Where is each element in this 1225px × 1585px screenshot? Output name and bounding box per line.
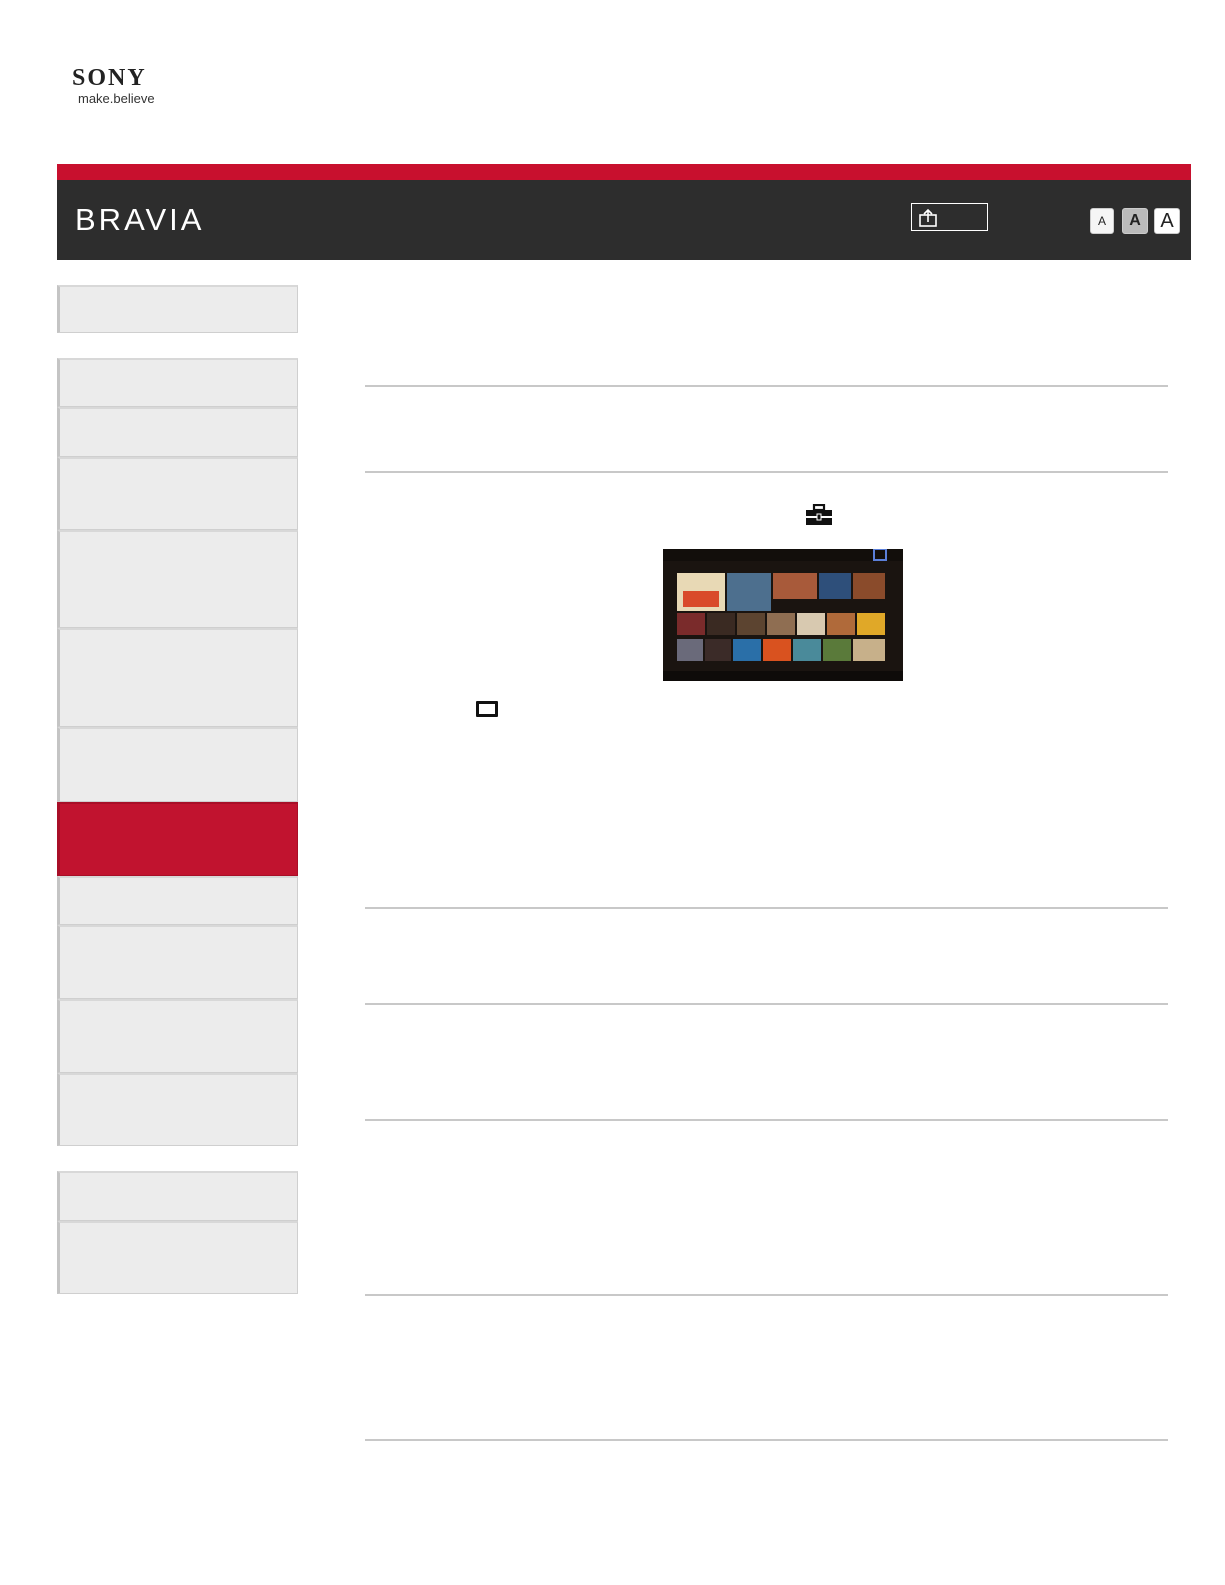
content-tile (733, 639, 761, 661)
content-tile (737, 613, 765, 635)
toolbox-icon (806, 504, 832, 525)
section-divider (365, 1119, 1168, 1121)
sidebar-item-9[interactable] (57, 876, 298, 925)
section-divider (365, 1294, 1168, 1296)
sidebar-item-active[interactable] (57, 802, 298, 876)
sidebar-item-10[interactable] (57, 925, 298, 999)
accent-strip (57, 164, 1191, 180)
print-icon (919, 208, 937, 227)
sidebar-item-13[interactable] (57, 1171, 298, 1221)
section-divider (365, 907, 1168, 909)
content-tile (727, 573, 771, 611)
section-divider (365, 385, 1168, 387)
screenshot-top-bar (663, 549, 903, 561)
content-tile (797, 613, 825, 635)
logo-tagline: make.believe (78, 91, 155, 106)
content-tile (707, 613, 735, 635)
content-tile (793, 639, 821, 661)
section-divider (365, 1439, 1168, 1441)
sidebar-item-11[interactable] (57, 999, 298, 1073)
content-tile (677, 613, 705, 635)
page-title: BRAVIA (75, 202, 205, 237)
content-tile (853, 639, 885, 661)
sidebar-item-4[interactable] (57, 457, 298, 530)
content-tile (857, 613, 885, 635)
sidebar-item-7[interactable] (57, 727, 298, 802)
header-bar: BRAVIA A A A (57, 180, 1191, 260)
sony-logo: SONY make.believe (72, 66, 182, 106)
content-tile (819, 573, 851, 599)
logo-brand: SONY (72, 65, 147, 91)
font-size-medium-button[interactable]: A (1122, 208, 1148, 234)
content-tile (773, 573, 817, 599)
sidebar-item-6[interactable] (57, 628, 298, 727)
font-size-large-button[interactable]: A (1154, 208, 1180, 234)
sidebar-item-12[interactable] (57, 1073, 298, 1146)
content-tile (677, 639, 703, 661)
print-button[interactable] (911, 203, 988, 231)
tv-home-menu-screenshot (663, 549, 903, 681)
font-size-small-button[interactable]: A (1090, 208, 1114, 234)
screenshot-bottom-bar (663, 671, 903, 681)
sidebar-item-5[interactable] (57, 530, 298, 628)
content-tile (705, 639, 731, 661)
content-tile (823, 639, 851, 661)
sidebar-item-2[interactable] (57, 358, 298, 407)
content-tile (827, 613, 855, 635)
sidebar-item-14[interactable] (57, 1221, 298, 1294)
section-divider (365, 1003, 1168, 1005)
content-tile (763, 639, 791, 661)
sidebar-item-3[interactable] (57, 407, 298, 457)
section-divider (365, 471, 1168, 473)
options-button-icon (476, 701, 498, 717)
content-tile (767, 613, 795, 635)
content-tile (853, 573, 885, 599)
sidebar-item-1[interactable] (57, 285, 298, 333)
options-highlight (873, 549, 887, 561)
content-tile (683, 591, 719, 607)
